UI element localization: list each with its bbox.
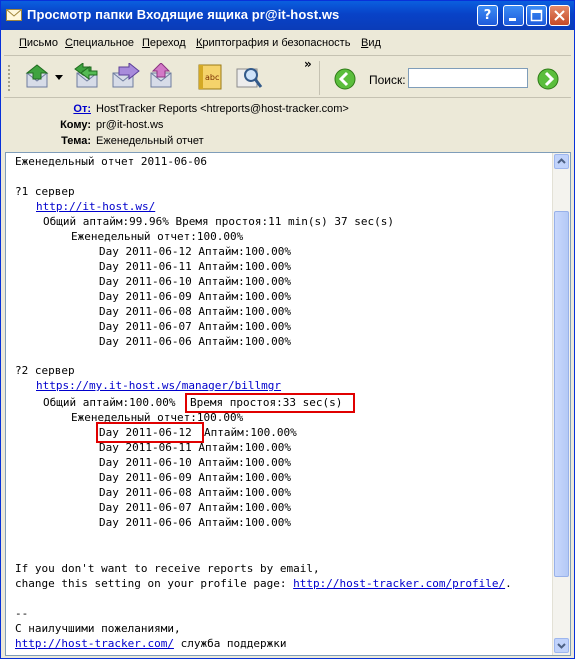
signature-tail: служба поддержки: [180, 637, 287, 650]
svg-text:abc: abc: [205, 73, 219, 82]
menu-go-rest: ереход: [149, 37, 186, 49]
scroll-down-button[interactable]: [554, 638, 569, 653]
search-label: Поиск:: [369, 73, 406, 87]
spellcheck-icon: abc: [198, 64, 222, 90]
find-button[interactable]: [233, 63, 265, 91]
server2-day: Day 2011-06-07 Аптайм:100.00%: [99, 501, 292, 514]
redirect-icon: [150, 62, 172, 88]
reply-button[interactable]: [21, 63, 53, 91]
reply-dropdown-icon[interactable]: [55, 75, 63, 80]
menu-view-rest: ид: [368, 37, 381, 49]
server2-day: Day 2011-06-08 Аптайм:100.00%: [99, 486, 292, 499]
mail-window: Просмотр папки Входящие ящика pr@it-host…: [0, 0, 575, 659]
menu-bar: Письмо Специальное Переход Криптография …: [1, 32, 574, 54]
server1-day: Day 2011-06-11 Аптайм:100.00%: [99, 260, 292, 273]
scroll-down-icon: [557, 643, 566, 649]
server2-day: Day 2011-06-06 Аптайм:100.00%: [99, 516, 292, 529]
reply-icon: [25, 64, 49, 88]
subject-label: Тема:: [61, 135, 91, 147]
close-button[interactable]: [549, 5, 570, 26]
server1-day: Day 2011-06-07 Аптайм:100.00%: [99, 320, 292, 333]
server2-url[interactable]: https://my.it-host.ws/manager/billmgr: [36, 379, 281, 393]
close-icon: [554, 10, 565, 21]
forward-icon: [112, 61, 140, 88]
server2-title: ?2 сервер: [15, 364, 75, 377]
menu-item-crypto[interactable]: Криптография и безопасность: [196, 37, 350, 49]
signature-line: С наилучшими пожеланиями,: [15, 622, 181, 635]
menu-divider: [4, 55, 571, 56]
menu-letter-rest: исьмо: [26, 37, 58, 49]
from-value: HostTracker Reports <htreports@host-trac…: [96, 103, 349, 115]
to-value: pr@it-host.ws: [96, 119, 164, 131]
spellcheck-button[interactable]: abc: [195, 63, 227, 91]
message-headers: От: HostTracker Reports <htreports@host-…: [1, 99, 574, 151]
server1-day: Day 2011-06-08 Аптайм:100.00%: [99, 305, 292, 318]
envelope-icon: [6, 9, 22, 21]
window-title: Просмотр папки Входящие ящика pr@it-host…: [27, 7, 340, 22]
scroll-up-button[interactable]: [554, 154, 569, 169]
maximize-button[interactable]: [526, 5, 547, 26]
minimize-button[interactable]: [503, 5, 524, 26]
footer-line-2: change this setting on your profile page…: [15, 577, 512, 591]
footer-line-1: If you don't want to receive reports by …: [15, 562, 320, 575]
server2-first-uptime: Аптайм:100.00%: [204, 426, 297, 439]
search-input[interactable]: [408, 68, 528, 88]
signature-dash: --: [15, 607, 29, 620]
forward-arrow-icon[interactable]: [537, 68, 559, 90]
server2-day: Day 2011-06-09 Аптайм:100.00%: [99, 471, 292, 484]
scroll-up-icon: [557, 158, 566, 164]
subject-value: Еженедельный отчет: [96, 135, 204, 147]
maximize-icon: [530, 9, 543, 22]
profile-link[interactable]: http://host-tracker.com/profile/: [293, 577, 505, 590]
server1-url[interactable]: http://it-host.ws/: [36, 200, 155, 214]
footer-text: change this setting on your profile page…: [15, 577, 287, 590]
title-bar[interactable]: Просмотр папки Входящие ящика pr@it-host…: [1, 1, 574, 30]
redirect-button[interactable]: [147, 62, 179, 91]
server2-day: Day 2011-06-10 Аптайм:100.00%: [99, 456, 292, 469]
server1-summary: Общий аптайм:99.96% Время простоя:11 min…: [43, 215, 394, 228]
minimize-icon: [509, 18, 516, 21]
server1-day: Day 2011-06-09 Аптайм:100.00%: [99, 290, 292, 303]
menu-item-letter[interactable]: Письмо: [19, 37, 58, 49]
server2-day: Day 2011-06-11 Аптайм:100.00%: [99, 441, 292, 454]
day-highlight-box: [96, 422, 204, 443]
forward-button[interactable]: [109, 61, 141, 91]
support-link[interactable]: http://host-tracker.com/: [15, 637, 174, 650]
toolbar-overflow[interactable]: »: [304, 57, 312, 71]
toolbar-divider: [4, 97, 571, 98]
toolbar-grip-icon[interactable]: [7, 63, 11, 93]
scrollbar-thumb[interactable]: [554, 211, 569, 577]
to-label: Кому:: [60, 119, 91, 131]
toolbar-separator: [319, 61, 320, 95]
menu-crypto-rest: риптография и безопасность: [202, 37, 351, 49]
reply-all-icon: [74, 62, 98, 88]
server1-day: Day 2011-06-12 Аптайм:100.00%: [99, 245, 292, 258]
server1-day: Day 2011-06-06 Аптайм:100.00%: [99, 335, 292, 348]
from-label[interactable]: От:: [11, 103, 91, 115]
server1-day: Day 2011-06-10 Аптайм:100.00%: [99, 275, 292, 288]
menu-item-go[interactable]: Переход: [142, 37, 186, 49]
help-button[interactable]: ?: [477, 5, 498, 26]
signature-link-line: http://host-tracker.com/ служба поддержк…: [15, 637, 287, 651]
message-body[interactable]: Еженедельный отчет 2011-06-06 ?1 сервер …: [5, 152, 571, 656]
report-heading: Еженедельный отчет 2011-06-06: [15, 155, 208, 168]
server1-weekly: Еженедельный отчет:100.00%: [71, 230, 244, 243]
server1-title: ?1 сервер: [15, 185, 75, 198]
back-arrow-icon[interactable]: [334, 68, 356, 90]
find-icon: [236, 68, 263, 88]
footer-dot: .: [505, 577, 512, 590]
menu-item-special[interactable]: Специальное: [65, 37, 134, 49]
server2-uptime: Общий аптайм:100.00%: [43, 396, 176, 409]
vertical-scrollbar[interactable]: [552, 153, 570, 655]
downtime-highlight-box: [185, 393, 355, 413]
menu-item-view[interactable]: Вид: [361, 37, 381, 49]
reply-all-button[interactable]: [71, 62, 103, 91]
menu-special-rest: пециальное: [72, 37, 135, 49]
